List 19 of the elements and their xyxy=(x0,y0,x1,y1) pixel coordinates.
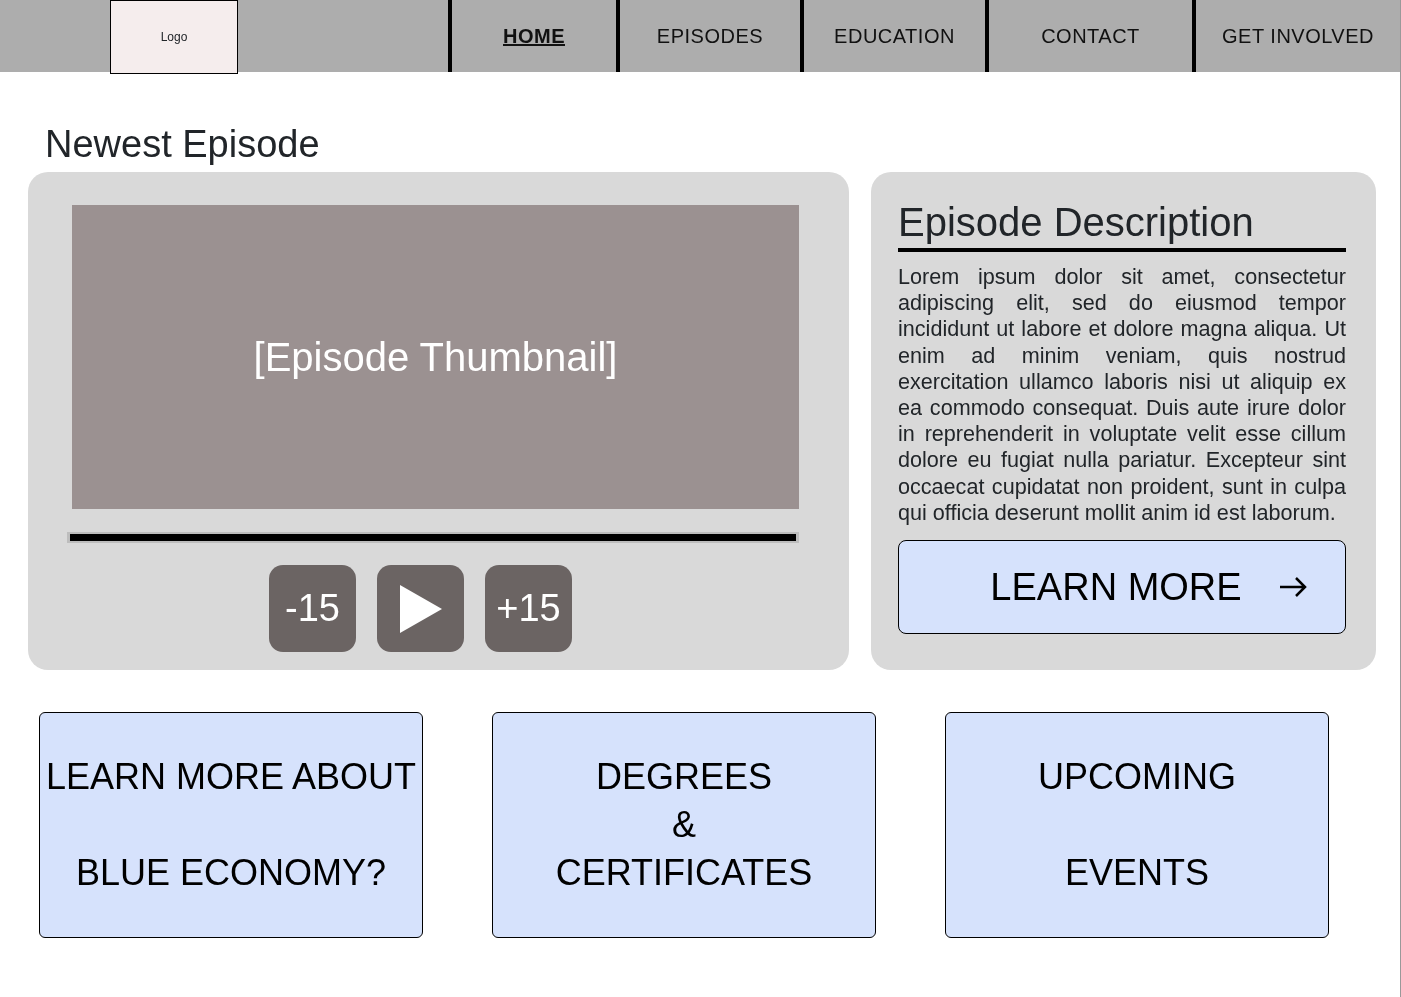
thumbnail-label: [Episode Thumbnail] xyxy=(253,334,618,381)
learn-more-button[interactable]: LEARN MORE xyxy=(898,540,1346,635)
link-tile[interactable]: LEARN MORE ABOUT BLUE ECONOMY? xyxy=(39,712,423,938)
nav-tab[interactable]: HOME xyxy=(448,0,616,72)
logo[interactable]: Logo xyxy=(110,0,238,74)
nav-tab[interactable]: CONTACT xyxy=(985,0,1192,72)
nav-tab[interactable]: EDUCATION xyxy=(800,0,985,72)
arrow-icon xyxy=(1277,576,1308,599)
section-title: Newest Episode xyxy=(45,122,321,166)
skip-button[interactable]: +15 xyxy=(485,565,572,652)
skip-button[interactable]: -15 xyxy=(269,565,356,652)
link-tile[interactable]: UPCOMING EVENTS xyxy=(945,712,1329,938)
description-title: Episode Description xyxy=(898,198,1346,252)
description-text: Lorem ipsum dolor sit amet, consectetur adipiscing elit, sed do eiusmod tempor incididunt ut labore et dolore magna aliqua. Ut enim ad minim veniam, quis nostrud exercitation ullamco laboris nisi ut aliquip ex ea commodo consequat. Duis aute irure dolor in reprehenderit in voluptate velit esse cillum dolore eu fugiat nulla pariatur. Excepteur sint occaecat cupidatat non proident, sunt in culpa qui officia deserunt mollit anim id est laborum. xyxy=(898,264,1346,527)
nav-tab[interactable]: EPISODES xyxy=(616,0,800,72)
link-tile[interactable]: DEGREES & CERTIFICATES xyxy=(492,712,876,938)
play-button[interactable] xyxy=(377,565,464,652)
nav-tab[interactable]: GET INVOLVED xyxy=(1192,0,1400,72)
play-icon xyxy=(399,584,442,633)
